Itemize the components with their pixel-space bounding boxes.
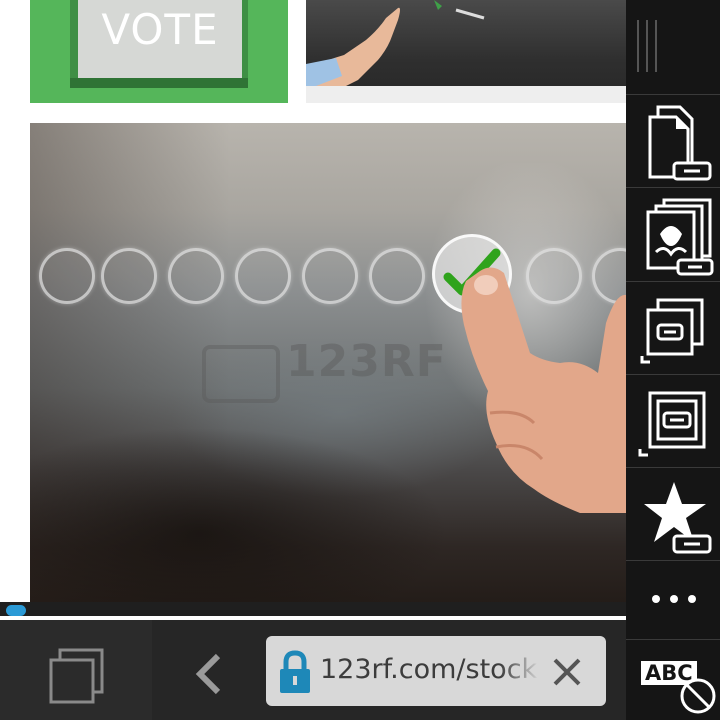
share-page-link-icon: [648, 105, 712, 181]
copy-link-button[interactable]: [626, 281, 720, 374]
close-icon[interactable]: [552, 657, 582, 687]
back-chevron-icon[interactable]: [186, 650, 234, 698]
interface-circle: [235, 248, 291, 304]
page-load-progress-track: [0, 602, 626, 616]
copy-link-alt-icon: [638, 391, 706, 457]
tabs-button[interactable]: [0, 620, 152, 720]
hand-image-tile[interactable]: [306, 0, 626, 103]
disabled-icon: [680, 678, 716, 714]
copy-link-alt-button[interactable]: [626, 374, 720, 467]
copy-link-icon: [640, 298, 704, 364]
hand-drawing-icon: [306, 0, 485, 86]
pointing-hand: [461, 267, 626, 513]
interface-circle: [39, 248, 95, 304]
bookmark-link-button[interactable]: [626, 467, 720, 560]
hand-photo: [306, 0, 626, 86]
page-load-progress-fill: [6, 605, 26, 616]
more-actions-button[interactable]: [626, 560, 720, 639]
interface-circle: [101, 248, 157, 304]
drag-handle-icon[interactable]: [632, 18, 664, 74]
vote-card-text: VOTE: [78, 0, 242, 78]
bookmark-link-icon: [644, 482, 712, 554]
camera-watermark-icon: [202, 345, 280, 403]
tabs-icon: [49, 648, 104, 704]
ballot-slot: [70, 78, 248, 88]
share-image-link-button[interactable]: [626, 187, 720, 281]
url-fade: [500, 640, 540, 702]
share-page-link-button[interactable]: [626, 94, 720, 187]
vote-image-tile[interactable]: VOTE: [30, 0, 288, 103]
main-stock-photo[interactable]: 123RF: [30, 123, 626, 605]
watermark-text: 123RF: [286, 336, 447, 387]
interface-circle: [168, 248, 224, 304]
interface-circle: [302, 248, 358, 304]
share-image-link-icon: [646, 198, 714, 276]
lock-icon: [280, 650, 310, 693]
interface-circle: [369, 248, 425, 304]
more-icon: [652, 595, 696, 603]
